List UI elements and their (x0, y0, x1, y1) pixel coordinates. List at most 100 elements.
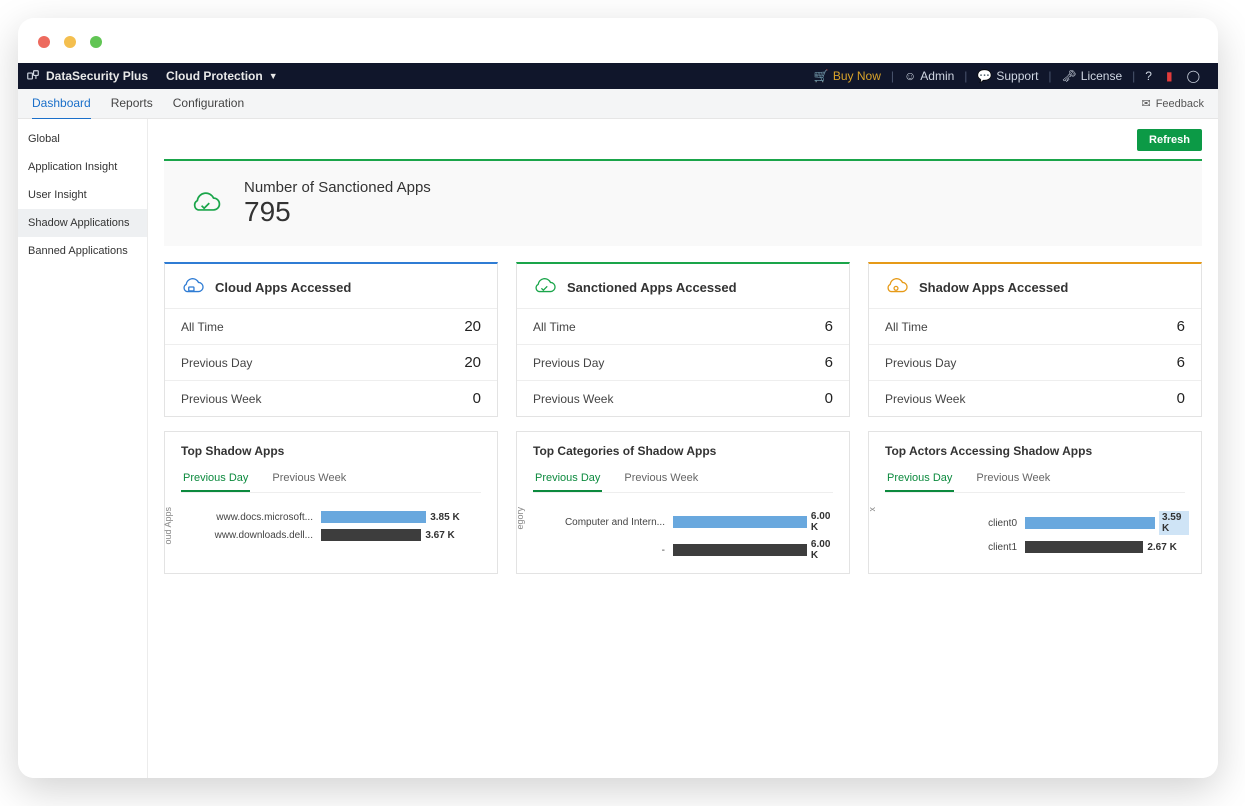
mini-tab-previous-week[interactable]: Previous Week (974, 466, 1052, 492)
stat-label: Previous Day (885, 356, 956, 370)
brand: DataSecurity Plus (26, 69, 148, 83)
chart-title: Top Categories of Shadow Apps (517, 432, 849, 458)
sidebar: GlobalApplication InsightUser InsightSha… (18, 119, 148, 778)
divider: | (964, 69, 967, 83)
stat-row: Previous Day 6 (869, 344, 1201, 380)
license-label: License (1081, 69, 1122, 83)
maximize-window-icon[interactable] (90, 36, 102, 48)
profile-icon: ◯ (1187, 69, 1200, 83)
stat-value: 20 (464, 318, 481, 335)
bar-category: www.docs.microsoft... (183, 512, 313, 523)
sidebar-item-shadow-applications[interactable]: Shadow Applications (18, 209, 147, 237)
feedback-label: Feedback (1156, 98, 1204, 110)
bell-icon: ▮ (1166, 69, 1173, 83)
stat-card-cloud-apps-accessed: Cloud Apps Accessed All Time 20 Previous Da… (164, 262, 498, 417)
mini-tab-previous-day[interactable]: Previous Day (885, 466, 954, 492)
stat-label: All Time (885, 320, 928, 334)
bar-category: Computer and Intern... (535, 517, 665, 528)
bar-chart: xclient03.59 Kclient12.67 K (869, 493, 1201, 573)
divider: | (1048, 69, 1051, 83)
divider: | (1132, 69, 1135, 83)
mini-tab-previous-week[interactable]: Previous Week (270, 466, 348, 492)
bar-row: www.downloads.dell... 3.67 K (183, 529, 485, 541)
profile-button[interactable]: ◯ (1183, 69, 1204, 83)
bar-row: Computer and Intern... 6.00 K (535, 511, 837, 533)
minimize-window-icon[interactable] (64, 36, 76, 48)
tab-reports[interactable]: Reports (111, 88, 153, 120)
module-selector[interactable]: Cloud Protection ▼ (166, 69, 278, 83)
help-link[interactable]: ? (1141, 69, 1156, 83)
card-title: Sanctioned Apps Accessed (567, 280, 737, 295)
admin-link[interactable]: ☺ Admin (900, 69, 958, 83)
mini-tab-previous-day[interactable]: Previous Day (533, 466, 602, 492)
bar-row: client1 2.67 K (887, 541, 1189, 553)
bar-chart: egory Computer and Intern... 6.00 K - 6.00 K (517, 493, 849, 573)
card-title: Cloud Apps Accessed (215, 280, 351, 295)
notifications-button[interactable]: ▮ (1162, 69, 1177, 83)
bar-row: www.docs.microsoft...3.85 K (183, 511, 485, 523)
bar-row: - 6.00 K (535, 539, 837, 561)
bar-value: 6.00 K (811, 511, 837, 533)
divider: | (891, 69, 894, 83)
cloud-orange-icon (883, 276, 909, 298)
stat-label: Previous Day (533, 356, 604, 370)
license-link[interactable]: 🗝 License (1058, 69, 1127, 83)
brand-label: DataSecurity Plus (46, 69, 148, 83)
close-window-icon[interactable] (38, 36, 50, 48)
stat-label: All Time (533, 320, 576, 334)
stats-row: Cloud Apps Accessed All Time 20 Previous Da… (164, 262, 1202, 417)
bar-value: 3.67 K (425, 530, 454, 541)
stat-value: 0 (1177, 390, 1185, 407)
bar-category: client1 (887, 542, 1017, 553)
bar (321, 529, 421, 541)
bar (673, 516, 807, 528)
sidebar-item-user-insight[interactable]: User Insight (18, 181, 147, 209)
chat-icon: 💬 (977, 69, 992, 83)
license-icon: 🗝 (1062, 69, 1077, 83)
mini-tab-previous-day[interactable]: Previous Day (181, 466, 250, 492)
stat-value: 6 (1177, 318, 1185, 335)
bar (321, 511, 426, 523)
mini-tab-previous-week[interactable]: Previous Week (622, 466, 700, 492)
refresh-button[interactable]: Refresh (1137, 129, 1202, 151)
sidebar-item-application-insight[interactable]: Application Insight (18, 153, 147, 181)
bar-chart: oud Appswww.docs.microsoft...3.85 Kwww.d… (165, 493, 497, 573)
stat-value: 0 (825, 390, 833, 407)
chart-title: Top Shadow Apps (165, 432, 497, 458)
stat-label: Previous Day (181, 356, 252, 370)
app-window: DataSecurity Plus Cloud Protection ▼ 🛒 B… (18, 18, 1218, 778)
bar-value: 6.00 K (811, 539, 837, 561)
stat-value: 6 (825, 318, 833, 335)
sidebar-item-banned-applications[interactable]: Banned Applications (18, 237, 147, 265)
bar-value: 2.67 K (1147, 542, 1176, 553)
stat-row: All Time 20 (165, 308, 497, 344)
bar-category: - (535, 545, 665, 556)
bar-value: 3.59 K (1159, 511, 1189, 535)
y-axis-label: oud Apps (163, 507, 173, 545)
mail-icon: ✉ (1141, 97, 1150, 110)
bar (673, 544, 807, 556)
bar-row: client03.59 K (887, 511, 1189, 535)
y-axis-label: egory (515, 507, 525, 530)
sidebar-item-global[interactable]: Global (18, 125, 147, 153)
headline-value: 795 (244, 196, 431, 228)
tab-dashboard[interactable]: Dashboard (32, 88, 91, 120)
cloud-green-icon (531, 276, 557, 298)
cloud-check-icon (188, 190, 222, 218)
brand-icon (26, 69, 40, 83)
bar-category: www.downloads.dell... (183, 530, 313, 541)
stat-value: 6 (1177, 354, 1185, 371)
feedback-link[interactable]: ✉ Feedback (1141, 97, 1204, 110)
stat-label: Previous Week (885, 392, 965, 406)
tab-configuration[interactable]: Configuration (173, 88, 244, 120)
main-content: Refresh Number of Sanctioned Apps 795 Cl… (148, 119, 1218, 778)
admin-label: Admin (920, 69, 954, 83)
stat-label: All Time (181, 320, 224, 334)
top-bar: DataSecurity Plus Cloud Protection ▼ 🛒 B… (18, 63, 1218, 89)
support-link[interactable]: 💬 Support (973, 69, 1042, 83)
bar (1025, 517, 1155, 529)
stat-row: Previous Week0 (165, 380, 497, 416)
buy-now-link[interactable]: 🛒 Buy Now (810, 69, 885, 83)
chart-card-top-shadow-apps: Top Shadow Apps Previous Day Previous Week… (164, 431, 498, 574)
bar (1025, 541, 1143, 553)
